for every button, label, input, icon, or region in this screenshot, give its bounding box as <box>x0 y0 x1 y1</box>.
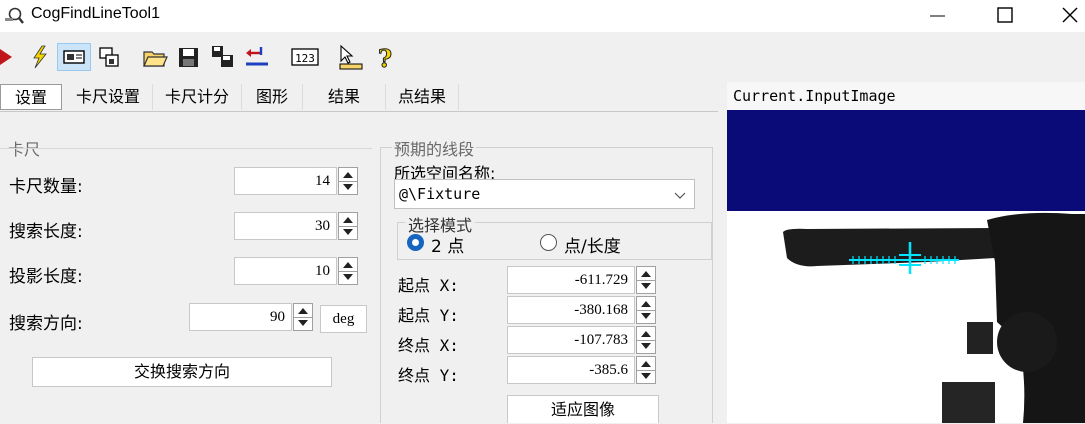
start-x-input[interactable]: -611.729 <box>507 266 635 294</box>
numeric-display-button[interactable]: 123 <box>290 43 320 71</box>
title-bar: CogFindLineTool1 <box>0 0 1085 32</box>
direction-unit-button[interactable]: deg <box>320 305 367 333</box>
maximize-icon <box>997 7 1013 23</box>
input-image-canvas[interactable] <box>727 82 1085 423</box>
mode-two-point-radio[interactable] <box>407 234 424 251</box>
projection-length-label: 投影长度: <box>9 267 83 287</box>
open-button[interactable] <box>141 43 169 71</box>
tab-caliper-settings[interactable]: 卡尺设置 <box>64 84 153 110</box>
space-name-select[interactable]: @\Fixture <box>394 179 695 209</box>
start-x-stepper[interactable] <box>636 266 656 294</box>
electric-run-button[interactable] <box>26 43 54 71</box>
space-name-value: @\Fixture <box>399 185 481 203</box>
mode-point-length-label: 点/长度 <box>564 237 621 257</box>
end-y-stepper[interactable] <box>636 356 656 384</box>
close-icon <box>1062 7 1078 23</box>
save-as-button[interactable] <box>209 43 237 71</box>
end-y-label: 终点 Y: <box>398 366 459 385</box>
start-y-stepper[interactable] <box>636 296 656 324</box>
end-x-label: 终点 X: <box>398 336 459 355</box>
projection-length-input[interactable]: 10 <box>234 257 337 285</box>
start-y-label: 起点 Y: <box>398 306 459 325</box>
minimize-icon <box>930 15 945 17</box>
search-length-stepper[interactable] <box>338 212 358 240</box>
caliper-count-label: 卡尺数量: <box>9 177 83 197</box>
search-direction-stepper[interactable] <box>293 303 313 331</box>
ruler-cursor-icon <box>339 44 363 70</box>
swap-search-direction-button[interactable]: 交换搜索方向 <box>32 357 332 387</box>
start-x-label: 起点 X: <box>398 276 459 295</box>
search-direction-input[interactable]: 90 <box>189 303 292 331</box>
run-button[interactable] <box>0 43 28 71</box>
chevron-down-icon <box>674 192 686 199</box>
lightning-icon <box>33 45 47 69</box>
save-icon <box>179 48 198 67</box>
image-top-region <box>727 110 1085 211</box>
caliper-count-stepper[interactable] <box>338 167 358 195</box>
image-display-panel[interactable] <box>727 82 1085 423</box>
image-panel-title: Current.InputImage <box>733 87 896 105</box>
close-button[interactable] <box>1045 0 1085 32</box>
reset-button[interactable] <box>243 43 271 71</box>
tab-graphics[interactable]: 图形 <box>242 84 303 110</box>
save-button[interactable] <box>175 43 203 71</box>
tab-point-results[interactable]: 点结果 <box>386 84 459 110</box>
run-icon <box>0 49 12 65</box>
help-button[interactable]: ? <box>372 43 400 74</box>
end-x-stepper[interactable] <box>636 326 656 354</box>
svg-text:123: 123 <box>295 52 315 65</box>
folder-open-icon <box>143 51 168 67</box>
expected-segment-group-title: 预期的线段 <box>392 136 477 160</box>
display-icon <box>63 50 85 64</box>
search-length-input[interactable]: 30 <box>234 212 337 240</box>
svg-text:?: ? <box>378 44 392 71</box>
windows-icon <box>99 47 119 67</box>
tab-settings[interactable]: 设置 <box>0 84 62 110</box>
help-question-icon: ? <box>377 44 392 74</box>
mode-point-length-radio[interactable] <box>540 234 557 251</box>
window-title: CogFindLineTool1 <box>31 5 160 22</box>
image-display-button[interactable] <box>57 43 91 71</box>
floating-window-button[interactable] <box>96 43 124 71</box>
save-multiple-icon <box>212 46 233 67</box>
tab-caliper-scoring[interactable]: 卡尺计分 <box>153 84 242 110</box>
measure-button[interactable] <box>337 43 365 71</box>
start-y-input[interactable]: -380.168 <box>507 296 635 324</box>
tab-results[interactable]: 结果 <box>303 84 386 110</box>
magnifier-app-icon <box>5 7 24 24</box>
search-length-label: 搜索长度: <box>9 222 83 242</box>
minimize-button[interactable] <box>910 0 960 32</box>
part-stem-shape <box>967 322 993 354</box>
caliper-count-input[interactable]: 14 <box>234 167 337 195</box>
search-direction-label: 搜索方向: <box>9 314 83 334</box>
mode-two-point-label: 2 点 <box>431 237 465 257</box>
maximize-button[interactable] <box>980 0 1030 32</box>
caliper-group-divider <box>0 148 372 149</box>
fit-image-button[interactable]: 适应图像 <box>507 395 659 423</box>
end-y-input[interactable]: -385.6 <box>507 356 635 384</box>
numbers-123-icon: 123 <box>291 48 319 66</box>
projection-length-stepper[interactable] <box>338 257 358 285</box>
end-x-input[interactable]: -107.783 <box>507 326 635 354</box>
reset-arrow-icon <box>246 47 268 66</box>
